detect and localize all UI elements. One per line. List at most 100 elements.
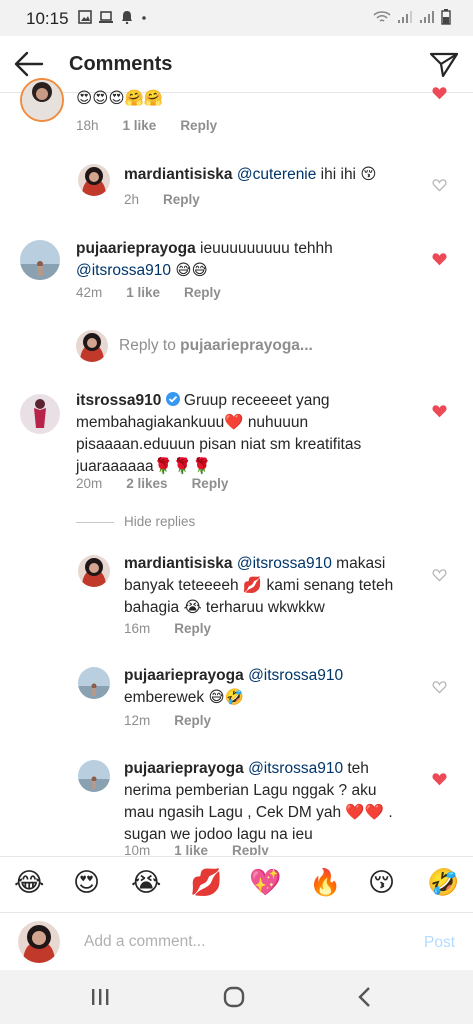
back-nav-icon[interactable] — [357, 986, 373, 1008]
comment-meta: 20m 2 likes Reply — [76, 476, 228, 491]
verified-badge-icon — [165, 392, 180, 406]
emoji-sparkling-heart-button[interactable]: 💖 — [249, 867, 281, 899]
comment-body: sugan we jodoo lagu na ieu — [124, 826, 313, 843]
reply-button[interactable]: Reply — [184, 285, 221, 300]
mention-link[interactable]: @itsrossa910 — [76, 262, 171, 279]
comment-body: bahagia 😭 terharuu wkwkkw — [124, 599, 325, 616]
emoji-rofl-button[interactable]: 🤣 — [427, 867, 459, 899]
comment-body: emberewek 😅🤣 — [124, 689, 244, 706]
comment-text: pujaarieprayoga @itsrossa910 teh nerima … — [124, 758, 424, 854]
mention-link[interactable]: @itsrossa910 — [237, 555, 332, 572]
comment-meta: 10m 1 like Reply — [124, 843, 269, 855]
bell-icon — [122, 11, 132, 24]
reply-button[interactable]: Reply — [180, 118, 217, 133]
comment-time: 10m — [124, 843, 151, 855]
system-nav-bar — [0, 970, 473, 1024]
direct-send-icon[interactable] — [429, 50, 459, 78]
comment-text: pujaarieprayoga ieuuuuuuuuu tehhh @itsro… — [76, 238, 416, 282]
comment-meta: 16m Reply — [124, 621, 211, 636]
comment-body: mau ngasih Lagu , Cek DM yah ❤️❤️ . — [124, 804, 393, 821]
reply-to-label: Reply to — [119, 337, 181, 354]
mention-link[interactable]: @itsrossa910 — [248, 760, 343, 777]
mention-link[interactable]: @cuterenie — [237, 166, 317, 183]
reply-button[interactable]: Reply — [174, 713, 211, 728]
home-icon[interactable] — [223, 986, 245, 1008]
likes-count[interactable]: 1 like — [126, 285, 160, 300]
signal-icon — [398, 11, 412, 23]
emoji-kissing-button[interactable]: 😚 — [368, 867, 400, 899]
comment-body: makasi — [331, 555, 386, 572]
reply-button[interactable]: Reply — [174, 621, 211, 636]
heart-icon-liked[interactable] — [432, 772, 447, 786]
comment-input[interactable]: Add a comment... — [84, 933, 205, 951]
dot-icon — [142, 16, 146, 20]
comment-meta: 12m Reply — [124, 713, 211, 728]
comment-time: 18h — [76, 118, 99, 133]
reply-button[interactable]: Reply — [232, 843, 269, 855]
reply-button[interactable]: Reply — [192, 476, 229, 491]
emoji-fire-button[interactable]: 🔥 — [309, 867, 341, 899]
username[interactable]: pujaarieprayoga — [124, 760, 244, 777]
avatar[interactable] — [20, 78, 64, 122]
current-user-avatar — [18, 921, 60, 963]
emoji-heart-eyes-button[interactable]: 😍 — [73, 867, 105, 899]
avatar[interactable] — [78, 164, 110, 196]
current-user-avatar — [76, 330, 108, 362]
emoji-quick-bar: 😂 😍 😭 💋 💖 🔥 😚 🤣 — [0, 856, 473, 913]
comment-body: juaraaaaaa🌹🌹🌹 — [76, 458, 212, 475]
comment-time: 42m — [76, 285, 103, 300]
heart-icon[interactable] — [432, 178, 447, 192]
avatar[interactable] — [78, 760, 110, 792]
comment-composer: Add a comment... Post — [0, 912, 473, 971]
comment-body: nerima pemberian Lagu nggak ? aku — [124, 782, 377, 799]
comment-body: ihi ihi 😚 — [316, 166, 377, 183]
comment-body: 😅😅 — [171, 262, 208, 279]
comment-text: mardiantisiska @itsrossa910 makasi banya… — [124, 553, 424, 619]
emoji-sob-button[interactable]: 😭 — [131, 867, 163, 899]
avatar[interactable] — [20, 394, 60, 434]
heart-icon-liked[interactable] — [432, 404, 447, 418]
app-header: Comments — [0, 36, 473, 93]
username[interactable]: itsrossa910 — [76, 392, 161, 409]
laptop-icon — [99, 11, 113, 23]
mention-link[interactable]: @itsrossa910 — [248, 667, 343, 684]
battery-icon — [441, 9, 451, 25]
username[interactable]: mardiantisiska — [124, 555, 233, 572]
likes-count[interactable]: 1 like — [123, 118, 157, 133]
reply-to-prompt[interactable]: Reply to pujaarieprayoga... — [119, 337, 313, 355]
username[interactable]: mardiantisiska — [124, 166, 233, 183]
comment-text: pujaarieprayoga @itsrossa910 emberewek 😅… — [124, 665, 424, 709]
comment-meta: 42m 1 like Reply — [76, 285, 221, 300]
emoji-joy-button[interactable]: 😂 — [14, 867, 46, 899]
comment-body: ieuuuuuuuuu tehhh — [195, 240, 333, 257]
status-bar: 10:15 — [0, 0, 473, 36]
comment-body: Gruup receeeet yang — [179, 392, 330, 409]
likes-count[interactable]: 1 like — [174, 843, 208, 855]
comment-text: 😍😍😍🤗🤗 — [76, 90, 164, 107]
comment-body: banyak teteeeeh 💋 kami senang teteh — [124, 577, 394, 594]
username[interactable]: pujaarieprayoga — [76, 240, 196, 257]
heart-icon[interactable] — [432, 680, 447, 694]
username[interactable]: pujaarieprayoga — [124, 667, 244, 684]
comment-time: 12m — [124, 713, 151, 728]
likes-count[interactable]: 2 likes — [126, 476, 167, 491]
heart-icon[interactable] — [432, 568, 447, 582]
divider — [76, 522, 114, 523]
reply-button[interactable]: Reply — [163, 192, 200, 207]
recent-apps-icon[interactable] — [90, 987, 110, 1007]
comment-time: 16m — [124, 621, 151, 636]
emoji-kiss-mark-button[interactable]: 💋 — [190, 867, 222, 899]
gallery-icon — [78, 10, 92, 24]
avatar[interactable] — [78, 667, 110, 699]
back-arrow-icon[interactable] — [14, 50, 44, 78]
avatar[interactable] — [20, 240, 60, 280]
status-time: 10:15 — [26, 9, 69, 28]
hide-replies-button[interactable]: Hide replies — [124, 514, 195, 529]
comment-text: itsrossa910 Gruup receeeet yang membahag… — [76, 390, 426, 478]
comment-body: pisaaaan.eduuun pisan niat sm kreatifita… — [76, 436, 362, 453]
page-title: Comments — [69, 53, 173, 75]
heart-icon-liked[interactable] — [432, 252, 447, 266]
post-button[interactable]: Post — [424, 934, 455, 952]
avatar[interactable] — [78, 555, 110, 587]
heart-icon-liked[interactable] — [432, 86, 447, 100]
